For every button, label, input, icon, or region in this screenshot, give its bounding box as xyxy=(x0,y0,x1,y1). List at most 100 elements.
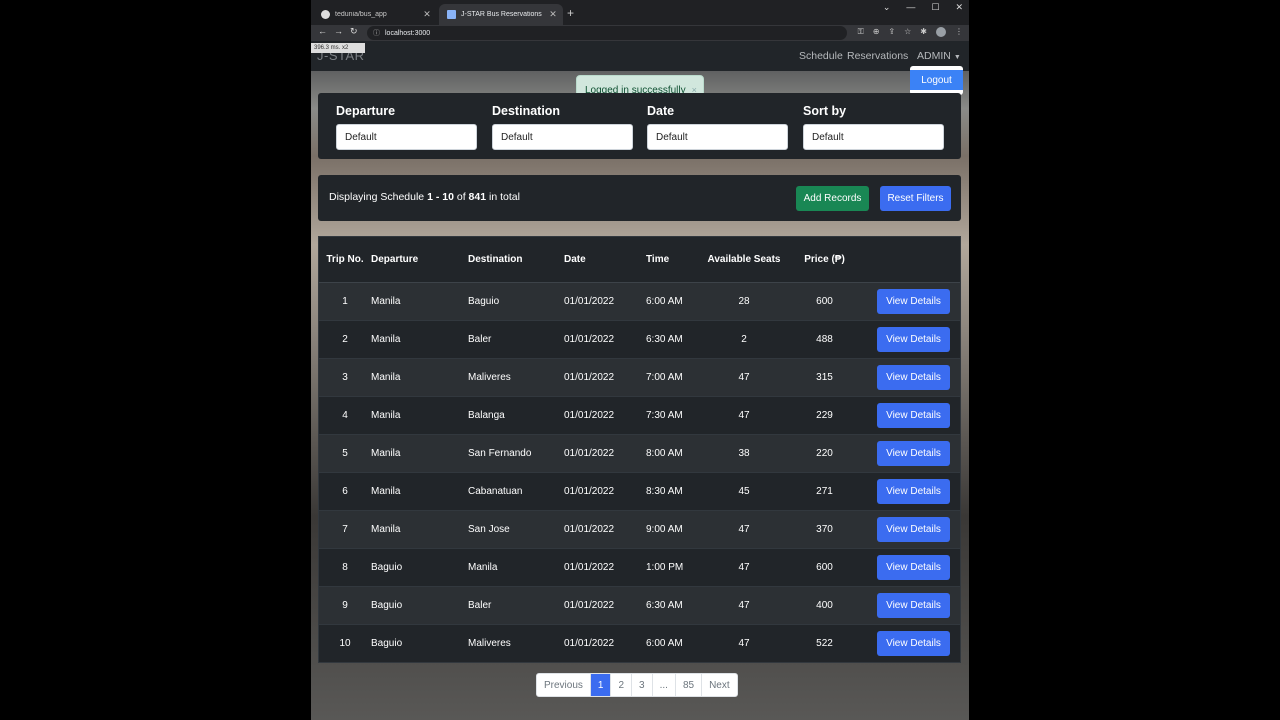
page-2[interactable]: 2 xyxy=(611,674,633,696)
new-tab-button[interactable]: + xyxy=(567,6,574,20)
view-details-button[interactable]: View Details xyxy=(877,440,950,466)
cell-destination: San Jose xyxy=(468,510,564,549)
cell-price: 600 xyxy=(782,282,867,321)
perf-overlay: 396.3 ms. x2 xyxy=(311,43,365,53)
user-dropdown: Logout xyxy=(910,66,963,95)
cell-action: View Details xyxy=(867,282,960,321)
view-details-button[interactable]: View Details xyxy=(877,478,950,504)
close-icon[interactable]: ✕ xyxy=(421,9,433,20)
cell-action: View Details xyxy=(867,434,960,473)
reset-filters-button[interactable]: Reset Filters xyxy=(880,186,951,211)
close-icon[interactable]: ✕ xyxy=(547,9,559,20)
cell-date: 01/01/2022 xyxy=(564,624,646,663)
view-details-button[interactable]: View Details xyxy=(877,402,950,428)
header-actions xyxy=(867,237,960,283)
table-row: 9 Baguio Baler 01/01/2022 6:30 AM 47 400 View D… xyxy=(319,586,960,625)
summary-prefix: Displaying Schedule xyxy=(329,191,425,203)
filter-departure: Departure Default xyxy=(336,104,477,150)
summary-text: Displaying Schedule 1 - 10 of 841 in tot… xyxy=(329,191,520,203)
cell-destination: Baler xyxy=(468,586,564,625)
destination-select[interactable]: Default xyxy=(492,124,633,150)
cell-action: View Details xyxy=(867,320,960,359)
view-details-button[interactable]: View Details xyxy=(877,554,950,580)
table-row: 8 Baguio Manila 01/01/2022 1:00 PM 47 600 View … xyxy=(319,548,960,587)
forward-icon[interactable]: → xyxy=(334,26,343,36)
filter-destination: Destination Default xyxy=(492,104,633,150)
schedule-table: Trip No. Departure Destination Date Time… xyxy=(318,236,961,663)
star-icon[interactable]: ☆ xyxy=(904,27,911,37)
view-details-button[interactable]: View Details xyxy=(877,630,950,656)
zoom-icon[interactable]: ⊕ xyxy=(873,27,880,37)
cell-trip-no: 8 xyxy=(319,548,371,587)
page-previous[interactable]: Previous xyxy=(537,674,591,696)
cell-trip-no: 1 xyxy=(319,282,371,321)
summary-bar: Displaying Schedule 1 - 10 of 841 in tot… xyxy=(318,175,961,221)
summary-of: of xyxy=(456,191,466,203)
close-window-icon[interactable]: ✕ xyxy=(955,2,963,13)
browser-tab-github[interactable]: tedunia/bus_app ✕ xyxy=(313,4,437,25)
cell-date: 01/01/2022 xyxy=(564,320,646,359)
back-icon[interactable]: ← xyxy=(318,26,327,36)
page-3[interactable]: 3 xyxy=(632,674,653,696)
browser-toolbar: ← → ↻ ⓘ localhost:3000 ⚿ ⊕ ⇪ ☆ ✱ ⋮ xyxy=(311,25,969,41)
view-details-button[interactable]: View Details xyxy=(877,516,950,542)
menu-icon[interactable]: ⋮ xyxy=(955,27,963,37)
address-bar[interactable]: ⓘ localhost:3000 xyxy=(367,26,847,40)
reload-icon[interactable]: ↻ xyxy=(350,26,358,37)
nav-user-menu[interactable]: ADMIN ▼ xyxy=(917,50,961,62)
minimize-icon[interactable]: — xyxy=(906,2,915,13)
browser-tab-jstar[interactable]: J-STAR Bus Reservations ✕ xyxy=(439,4,563,25)
page-next[interactable]: Next xyxy=(702,674,737,696)
cell-departure: Manila xyxy=(371,282,468,321)
cell-destination: Baguio xyxy=(468,282,564,321)
cell-destination: Maliveres xyxy=(468,358,564,397)
tab-title: J-STAR Bus Reservations xyxy=(461,11,542,18)
user-menu-label: ADMIN xyxy=(917,50,951,62)
cell-action: View Details xyxy=(867,396,960,435)
info-icon[interactable]: ⓘ xyxy=(373,28,380,38)
cell-available-seats: 47 xyxy=(706,396,782,435)
toolbar-icons: ⚿ ⊕ ⇪ ☆ ✱ ⋮ xyxy=(858,27,963,37)
cell-price: 315 xyxy=(782,358,867,397)
cell-available-seats: 2 xyxy=(706,320,782,359)
cell-available-seats: 47 xyxy=(706,624,782,663)
cell-date: 01/01/2022 xyxy=(564,396,646,435)
page-favicon-icon xyxy=(447,10,456,19)
cell-available-seats: 45 xyxy=(706,472,782,511)
cell-date: 01/01/2022 xyxy=(564,586,646,625)
filter-date: Date Default xyxy=(647,104,788,150)
header-destination: Destination xyxy=(468,237,564,283)
view-details-button[interactable]: View Details xyxy=(877,592,950,618)
add-records-button[interactable]: Add Records xyxy=(796,186,869,211)
maximize-icon[interactable]: ☐ xyxy=(931,2,939,13)
view-details-button[interactable]: View Details xyxy=(877,364,950,390)
table-row: 4 Manila Balanga 01/01/2022 7:30 AM 47 229 View… xyxy=(319,396,960,435)
view-details-button[interactable]: View Details xyxy=(877,288,950,314)
tab-strip: tedunia/bus_app ✕ J-STAR Bus Reservation… xyxy=(311,0,969,25)
page-85[interactable]: 85 xyxy=(676,674,703,696)
sort-select[interactable]: Default xyxy=(803,124,944,150)
cell-price: 400 xyxy=(782,586,867,625)
departure-select[interactable]: Default xyxy=(336,124,477,150)
cell-time: 1:00 PM xyxy=(646,548,706,587)
profile-avatar-icon[interactable] xyxy=(936,27,946,37)
table-row: 3 Manila Maliveres 01/01/2022 7:00 AM 47 315 Vi… xyxy=(319,358,960,397)
summary-suffix: in total xyxy=(489,191,520,203)
cell-time: 6:30 AM xyxy=(646,586,706,625)
nav-schedule[interactable]: Schedule xyxy=(799,50,843,62)
header-price: Price (₱) xyxy=(782,237,867,283)
share-icon[interactable]: ⇪ xyxy=(888,27,895,37)
table-row: 5 Manila San Fernando 01/01/2022 8:00 AM 38 22… xyxy=(319,434,960,473)
cell-date: 01/01/2022 xyxy=(564,472,646,511)
tab-search-icon[interactable]: ⌄ xyxy=(883,2,891,13)
extensions-icon[interactable]: ✱ xyxy=(920,27,927,37)
date-select[interactable]: Default xyxy=(647,124,788,150)
cell-date: 01/01/2022 xyxy=(564,434,646,473)
view-details-button[interactable]: View Details xyxy=(877,326,950,352)
filter-label: Departure xyxy=(336,104,396,118)
nav-reservations[interactable]: Reservations xyxy=(847,50,908,62)
cell-action: View Details xyxy=(867,510,960,549)
logout-button[interactable]: Logout xyxy=(910,70,963,90)
key-icon[interactable]: ⚿ xyxy=(858,27,864,37)
page-1[interactable]: 1 xyxy=(590,674,612,696)
